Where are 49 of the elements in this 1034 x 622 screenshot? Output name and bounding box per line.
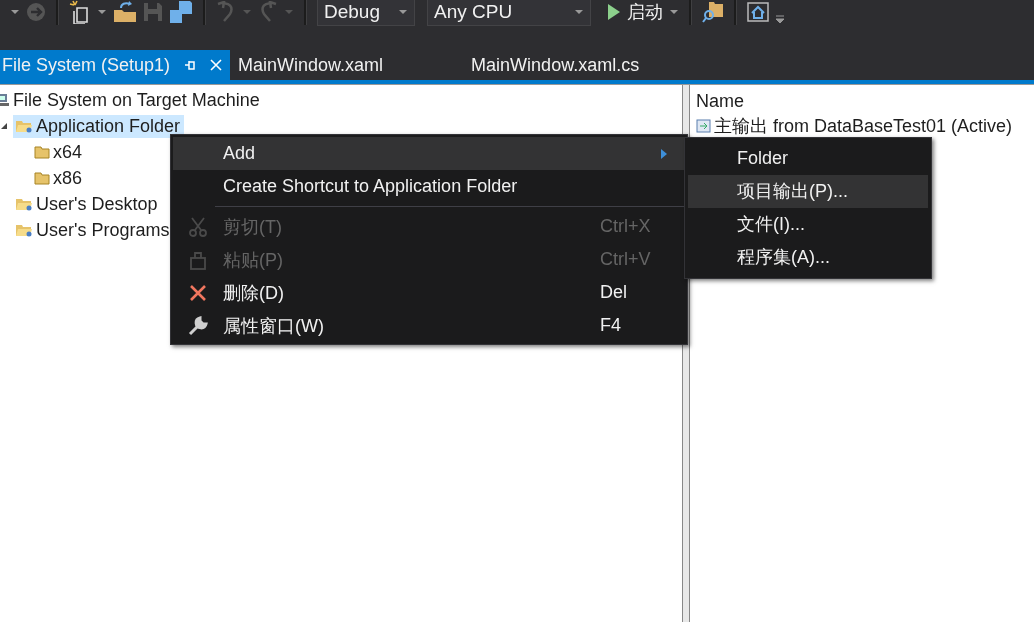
submenu-arrow-icon: [661, 148, 667, 159]
caret-icon: [398, 9, 408, 15]
tree-item[interactable]: x86: [32, 166, 87, 190]
special-folder-icon: [15, 223, 33, 237]
list-item[interactable]: 主输出 from DataBaseTest01 (Active): [714, 114, 1013, 138]
computer-icon: [0, 93, 10, 107]
folder-icon: [34, 145, 50, 159]
document-tab[interactable]: MainWindow.xaml: [238, 50, 394, 80]
play-icon[interactable]: [607, 3, 621, 21]
caret-icon: [574, 9, 584, 15]
folder-icon: [34, 171, 50, 185]
folder-search-icon[interactable]: [702, 0, 724, 24]
special-folder-icon: [15, 119, 33, 133]
pin-icon[interactable]: [184, 59, 197, 71]
special-folder-icon: [15, 197, 33, 211]
wrench-icon: [188, 315, 208, 336]
menu-item[interactable]: 项目输出(P)...: [688, 175, 928, 208]
caret-icon[interactable]: [97, 9, 107, 15]
menu-item[interactable]: Add: [173, 137, 685, 170]
document-tab[interactable]: File System (Setup1): [0, 50, 231, 80]
output-icon: [696, 118, 712, 134]
open-folder-icon[interactable]: [113, 1, 137, 23]
expand-arrow-icon[interactable]: [0, 122, 10, 130]
menu-item[interactable]: 删除(D) Del: [173, 276, 685, 309]
home-icon[interactable]: [747, 2, 769, 22]
column-header[interactable]: Name: [696, 89, 1028, 113]
platform-dropdown[interactable]: Any CPU: [427, 0, 591, 26]
menu-item[interactable]: Create Shortcut to Application Folder: [173, 170, 685, 203]
configuration-dropdown[interactable]: Debug: [317, 0, 415, 26]
tree-item[interactable]: User's Programs: [13, 218, 174, 242]
tree-item[interactable]: x64: [32, 140, 87, 164]
delete-icon: [189, 283, 207, 302]
menu-item[interactable]: 文件(I)...: [688, 208, 928, 241]
menu-item[interactable]: Folder: [688, 142, 928, 175]
tree-item[interactable]: User's Desktop: [13, 192, 162, 216]
save-all-icon[interactable]: [169, 0, 193, 24]
close-icon[interactable]: [210, 59, 223, 71]
clipboard-icon: [189, 249, 207, 270]
overflow-icon[interactable]: [775, 14, 785, 24]
document-tab[interactable]: MainWindow.xaml.cs: [471, 50, 650, 80]
tree-item[interactable]: File System on Target Machine: [0, 87, 682, 113]
menu-item[interactable]: 程序集(A)...: [688, 241, 928, 274]
caret-icon[interactable]: [10, 9, 20, 15]
caret-icon[interactable]: [669, 9, 679, 15]
menu-item[interactable]: 属性窗口(W) F4: [173, 309, 685, 342]
tree-item[interactable]: Application Folder: [13, 114, 185, 138]
start-button[interactable]: 启动: [627, 0, 663, 24]
new-project-icon[interactable]: [69, 0, 91, 24]
scissors-icon: [189, 216, 207, 237]
